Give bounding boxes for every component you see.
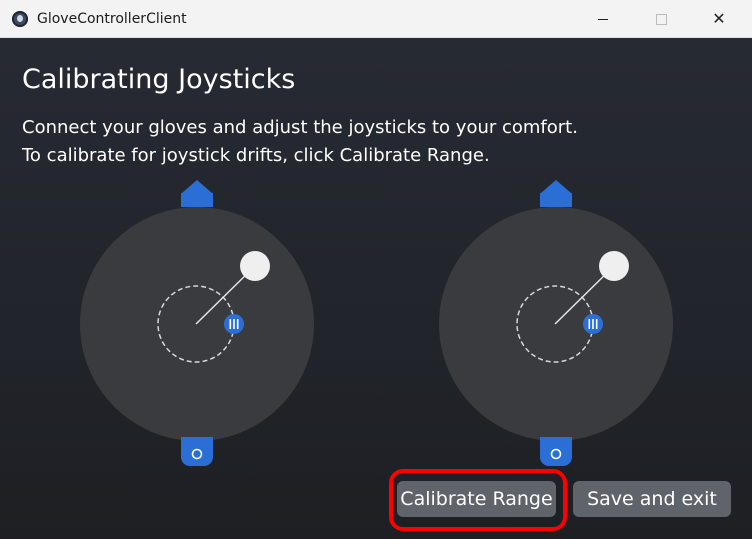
- stick-knob[interactable]: [240, 251, 270, 281]
- menu-lines-icon[interactable]: [583, 314, 603, 334]
- arrow-up-icon[interactable]: [540, 180, 572, 207]
- stick-knob[interactable]: [599, 251, 629, 281]
- title-bar[interactable]: GloveControllerClient ✕: [0, 0, 752, 38]
- app-logo-icon: [12, 11, 28, 27]
- circle-icon[interactable]: [540, 437, 572, 466]
- maximize-button[interactable]: [638, 0, 684, 38]
- menu-lines-icon[interactable]: [224, 314, 244, 334]
- description-line-1: Connect your gloves and adjust the joyst…: [22, 117, 578, 138]
- maximize-icon: [655, 14, 667, 25]
- close-icon: ✕: [712, 9, 726, 28]
- circle-icon[interactable]: [181, 437, 213, 466]
- minimize-icon: [598, 19, 608, 20]
- joystick-right[interactable]: [436, 178, 676, 468]
- close-button[interactable]: ✕: [696, 0, 742, 38]
- description: Connect your gloves and adjust the joyst…: [22, 114, 578, 170]
- description-line-2: To calibrate for joystick drifts, click …: [22, 145, 490, 166]
- minimize-button[interactable]: [580, 0, 626, 38]
- app-window: GloveControllerClient ✕ Calibrating Joys…: [0, 0, 752, 539]
- window-title: GloveControllerClient: [37, 11, 187, 27]
- arrow-up-icon[interactable]: [181, 180, 213, 207]
- calibrate-range-button[interactable]: Calibrate Range: [397, 481, 556, 517]
- page-title: Calibrating Joysticks: [22, 64, 296, 95]
- main-content: Calibrating Joysticks Connect your glove…: [0, 38, 752, 539]
- save-and-exit-button[interactable]: Save and exit: [573, 481, 731, 517]
- joystick-left[interactable]: [77, 178, 317, 468]
